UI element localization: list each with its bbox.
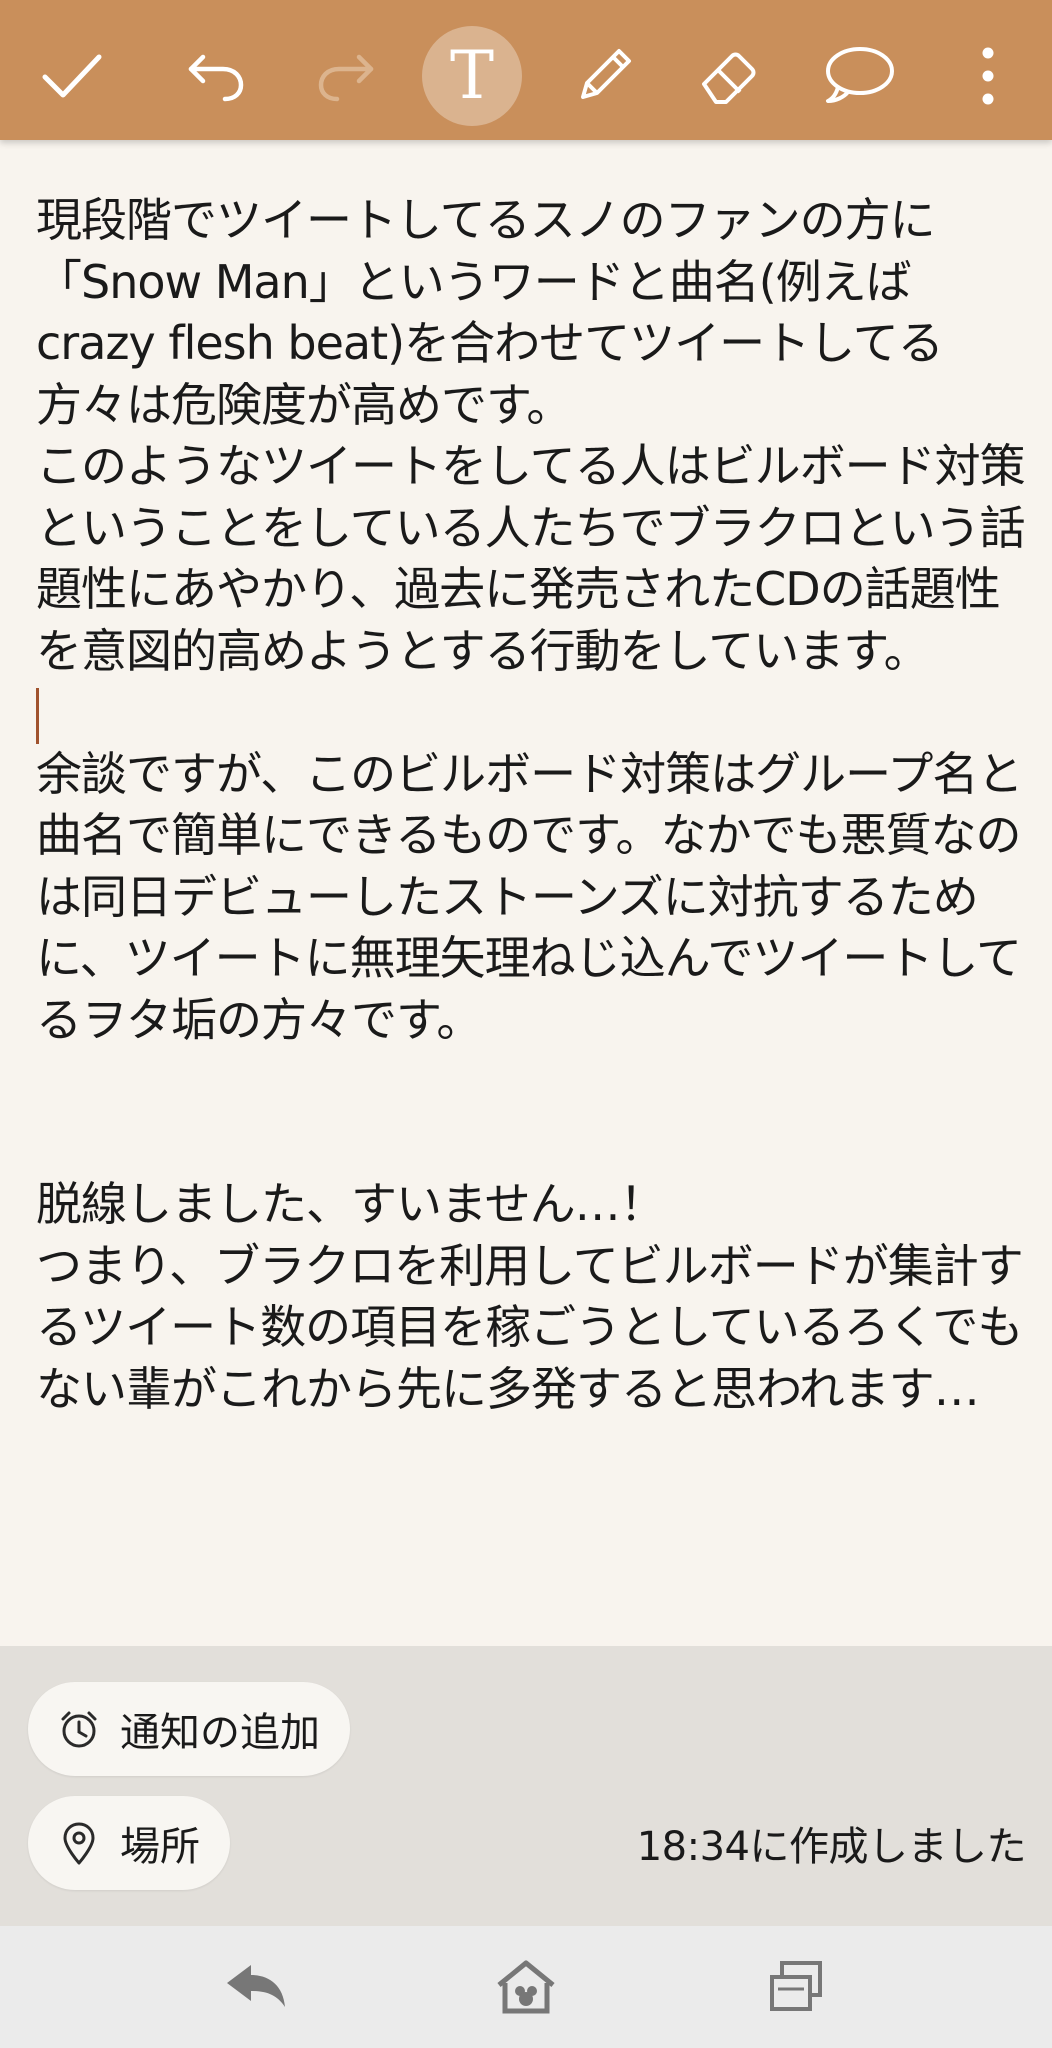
note-editor-app: T 現段階でツイートしてるスノのファンの方に「Snow Man」というワードと曲… xyxy=(0,0,1052,2048)
more-vertical-icon xyxy=(982,47,994,105)
text-tool-button[interactable]: T xyxy=(422,26,522,126)
comment-tool-button[interactable] xyxy=(808,26,908,126)
pencil-icon xyxy=(581,49,631,99)
undo-icon xyxy=(188,54,244,102)
home-icon xyxy=(497,1960,555,2014)
text-icon: T xyxy=(449,37,495,114)
undo-button[interactable] xyxy=(166,26,266,126)
add-notification-button[interactable]: 通知の追加 xyxy=(28,1682,350,1776)
note-paragraph: つまり、ブラクロを利用してビルボードが集計するツイート数の項目を稼ごうとしている… xyxy=(36,1238,1024,1416)
eraser-tool-button[interactable] xyxy=(680,26,780,126)
recent-apps-icon xyxy=(770,1961,822,2011)
recent-apps-button[interactable] xyxy=(756,1952,836,2022)
created-timestamp: 18:34に作成しました xyxy=(636,1824,1027,1870)
location-button[interactable]: 場所 xyxy=(28,1796,230,1890)
text-cursor xyxy=(36,688,39,744)
note-paragraph: 脱線しました、すいません…！ xyxy=(36,1177,666,1231)
pen-tool-button[interactable] xyxy=(554,26,654,126)
back-icon xyxy=(227,1965,285,2007)
location-pin-icon xyxy=(56,1820,102,1866)
note-paragraph: このようなツイートをしてる人はビルボード対策ということをしている人たちでブラクロ… xyxy=(36,439,1026,678)
speech-bubble-icon xyxy=(826,47,894,103)
add-notification-label: 通知の追加 xyxy=(120,1710,320,1756)
cursor-line xyxy=(36,682,1026,744)
note-paragraph: 余談ですが、このビルボード対策はグループ名と曲名で簡単にできるものです。なかでも… xyxy=(36,746,1023,1047)
note-footer: 通知の追加 場所 xyxy=(0,1646,1052,1926)
redo-icon xyxy=(318,54,374,102)
redo-button[interactable] xyxy=(296,26,396,126)
home-button[interactable] xyxy=(486,1952,566,2022)
note-text-area[interactable]: 現段階でツイートしてるスノのファンの方に「Snow Man」というワードと曲名(… xyxy=(36,190,1026,1420)
check-icon xyxy=(42,54,102,98)
note-paragraph: 現段階でツイートしてるスノのファンの方に「Snow Man」というワードと曲名(… xyxy=(36,193,944,432)
done-button[interactable] xyxy=(22,26,122,126)
system-navigation-bar xyxy=(0,1926,1052,2048)
back-button[interactable] xyxy=(216,1952,296,2022)
note-body[interactable]: 現段階でツイートしてるスノのファンの方に「Snow Man」というワードと曲名(… xyxy=(0,140,1052,1646)
alarm-clock-icon xyxy=(56,1706,102,1752)
more-options-button[interactable] xyxy=(938,26,1038,126)
editor-toolbar: T xyxy=(0,0,1052,140)
eraser-icon xyxy=(702,52,756,104)
location-label: 場所 xyxy=(120,1824,200,1870)
